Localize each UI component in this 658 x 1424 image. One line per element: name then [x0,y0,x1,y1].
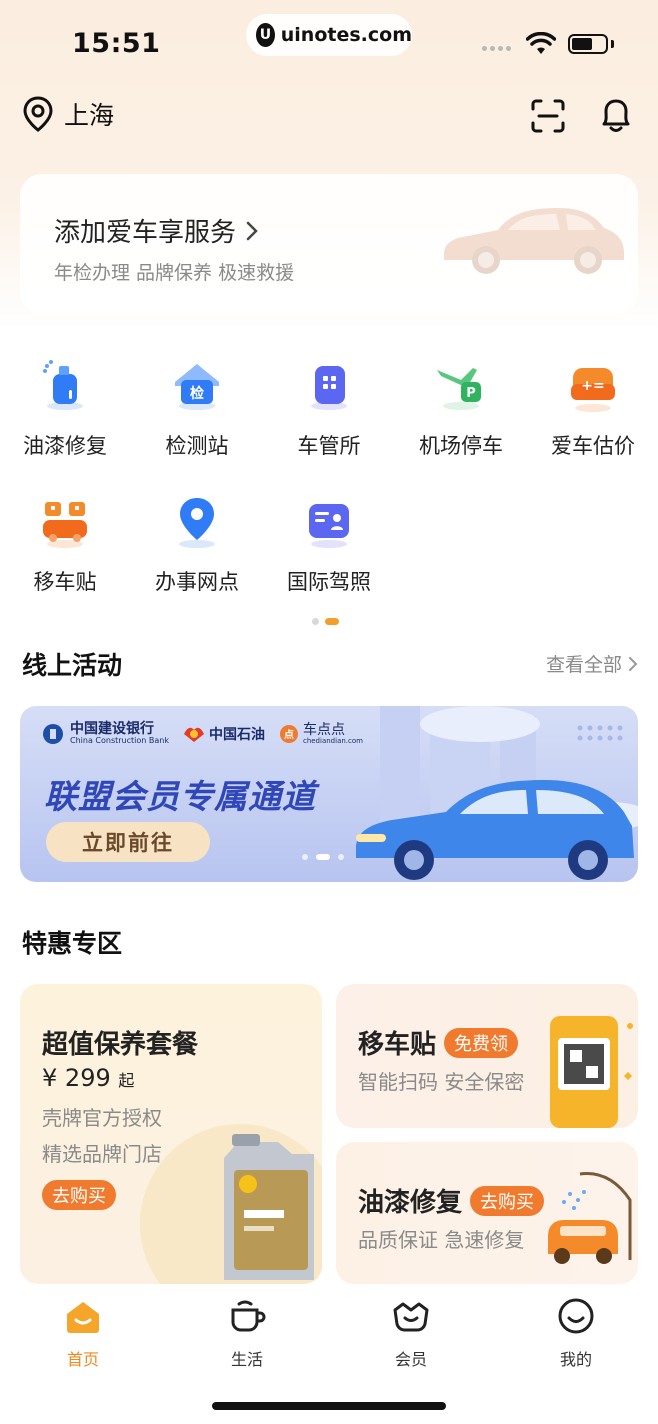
service-item-international-license[interactable]: 国际驾照 [264,492,394,596]
paint-repair-title: 油漆修复 去购买 [358,1182,545,1219]
petrochina-logo: 中国石油 [183,724,265,744]
paint-repair-subtitle: 品质保证 急速修复 [358,1228,525,1252]
status-bar: 15:51 U uinotes.com [0,0,658,80]
service-label: 移车贴 [33,570,97,594]
home-icon [67,1302,99,1333]
tab-home[interactable]: 首页 [33,1296,133,1370]
battery-icon [568,34,608,54]
add-car-card[interactable]: 添加爱车享服务 年检办理 品牌保养 极速救援 [20,174,638,314]
site-logo-icon: U [256,23,275,47]
ccb-logo: 中国建设银行 China Construction Bank [42,721,169,746]
spray-paint-icon [35,356,95,416]
service-item-vehicle-office[interactable]: 车管所 [264,356,394,460]
service-label: 爱车估价 [551,434,635,458]
car-illustration-icon [444,208,624,274]
member-icon [393,1302,429,1332]
add-car-title: 添加爱车享服务 [54,212,258,249]
maintenance-package-card[interactable]: 超值保养套餐 ¥ 299 起 壳牌官方授权 精选品牌门店 去购买 [20,984,322,1284]
service-label: 机场停车 [419,434,503,458]
page-dot-active [325,618,339,625]
service-item-airport-parking[interactable]: P 机场停车 [396,356,526,460]
service-item-paint-repair[interactable]: 油漆修复 [0,356,130,460]
car-wash-icon [548,1172,632,1264]
service-item-car-valuation[interactable]: += 爱车估价 [528,356,658,460]
cellular-signal-icon [482,46,511,51]
city-name: 上海 [64,101,115,130]
service-item-move-car-sticker[interactable]: 移车贴 [0,492,130,596]
bell-icon[interactable] [598,96,634,134]
add-car-subtitle: 年检办理 品牌保养 极速救援 [54,262,295,284]
service-label: 国际驾照 [287,570,371,594]
blue-car-illustration-icon [356,780,634,880]
petrochina-logo-icon [183,727,204,743]
move-car-sticker-card[interactable]: 移车贴 免费领 智能扫码 安全保密 [336,984,638,1128]
home-indicator [212,1402,446,1410]
svg-text:+=: += [581,378,604,394]
inspection-house-icon: 检 [167,356,227,416]
svg-text:检: 检 [190,385,204,402]
activity-banner[interactable]: 中国建设银行 China Construction Bank 中国石油 点 车点… [20,706,638,882]
partner-logos: 中国建设银行 China Construction Bank 中国石油 点 车点… [42,721,363,746]
airport-parking-icon: P [431,356,491,416]
service-label: 检测站 [165,434,229,458]
activities-title: 线上活动 [22,651,123,680]
grid-page-indicator [312,618,339,625]
url-pill[interactable]: U uinotes.com [246,14,412,56]
service-item-service-point[interactable]: 办事网点 [132,492,262,596]
service-label: 车管所 [297,434,361,458]
view-all-link[interactable]: 查看全部 [546,650,638,677]
package-title: 超值保养套餐 [42,1030,199,1060]
service-item-inspection-station[interactable]: 检 检测站 [132,356,262,460]
page-dot [312,618,319,625]
tab-profile[interactable]: 我的 [526,1296,626,1370]
ccb-logo-icon [43,724,63,745]
profile-icon [558,1298,594,1334]
chediandian-logo: 点 车点点 chediandian.com [279,722,363,746]
banner-title: 联盟会员专属通道 [44,777,316,816]
paint-repair-card[interactable]: 油漆修复 去购买 品质保证 急速修复 [336,1142,638,1284]
service-label: 办事网点 [155,570,239,594]
service-label: 油漆修复 [23,434,107,458]
buy-paint-repair-button[interactable]: 去购买 [470,1185,545,1216]
move-car-sticker-icon [35,492,95,552]
service-point-icon [167,492,227,552]
vehicle-office-icon [299,356,359,416]
move-car-sticker-title: 移车贴 免费领 [358,1024,519,1061]
free-claim-tag[interactable]: 免费领 [444,1027,519,1058]
package-feature-2: 精选品牌门店 [42,1142,162,1166]
svg-text:P: P [466,386,476,401]
buy-package-button[interactable]: 去购买 [42,1180,116,1210]
go-now-button[interactable]: 立即前往 [46,822,210,862]
international-license-icon [299,492,359,552]
tab-member[interactable]: 会员 [361,1296,461,1370]
scan-icon[interactable] [530,98,566,134]
package-feature-1: 壳牌官方授权 [42,1106,162,1130]
banner-page-indicator [302,854,344,860]
url-text: uinotes.com [280,24,412,46]
oil-bottle-icon [224,1134,314,1280]
wifi-icon [526,32,556,54]
move-car-sticker-subtitle: 智能扫码 安全保密 [358,1070,525,1094]
status-time: 15:51 [72,28,161,59]
location-selector[interactable]: 上海 [22,96,114,132]
qr-sticker-icon [550,1016,633,1128]
tab-life[interactable]: 生活 [197,1296,297,1370]
car-valuation-icon: += [563,356,623,416]
location-pin-icon [23,96,53,132]
chevron-right-icon [629,656,638,671]
chevron-right-icon [246,221,258,240]
package-price: ¥ 299 起 [42,1064,135,1092]
deals-title: 特惠专区 [22,929,123,958]
cup-icon [231,1300,266,1332]
chediandian-logo-icon: 点 [279,725,298,744]
svg-text:点: 点 [284,728,294,741]
